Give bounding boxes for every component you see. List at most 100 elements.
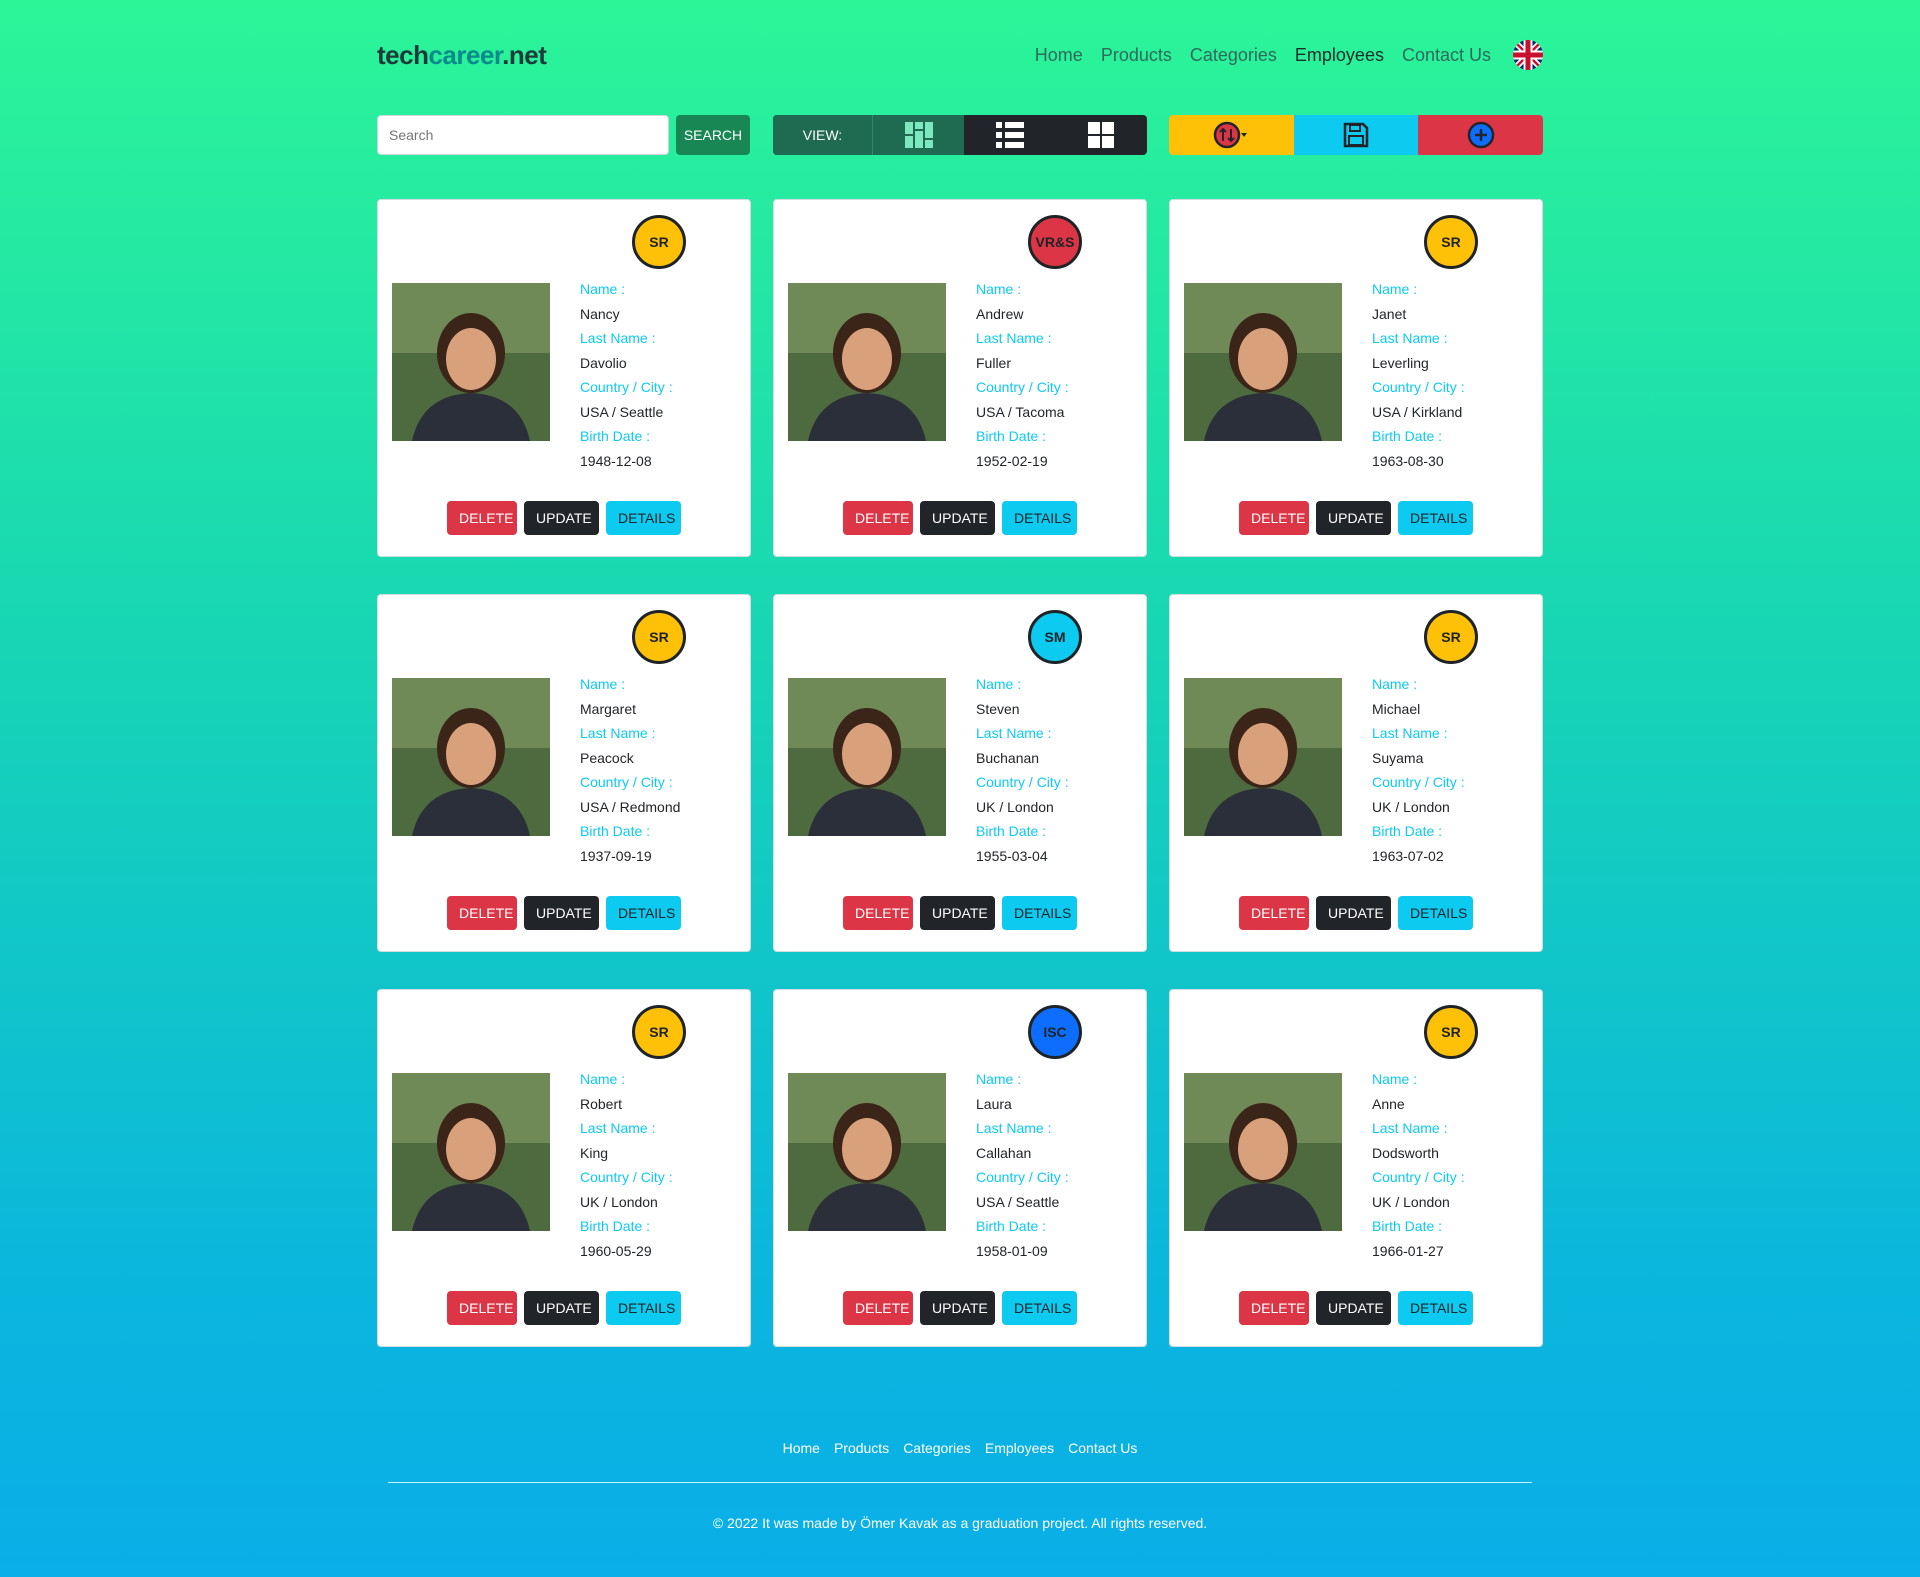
birth-date: 1966-01-27 (1372, 1242, 1444, 1259)
details-button[interactable]: DETAILS (606, 896, 681, 930)
employee-card: SM Name : Steven Last Name : Buchanan Co… (773, 594, 1147, 952)
employee-card: SR Name : Anne Last Name : Dodsworth Cou… (1169, 989, 1543, 1347)
update-button[interactable]: UPDATE (524, 1291, 599, 1325)
save-button[interactable] (1293, 115, 1419, 155)
delete-button[interactable]: DELETE (1239, 896, 1309, 930)
footer-nav-categories[interactable]: Categories (903, 1440, 971, 1456)
country-city-label: Country / City : (580, 379, 673, 395)
list-icon (995, 122, 1024, 148)
nav-products[interactable]: Products (1101, 45, 1172, 66)
first-name: Nancy (580, 305, 620, 322)
country-city-label: Country / City : (1372, 774, 1465, 790)
employee-info: Name : Andrew Last Name : Fuller Country… (976, 277, 1069, 473)
nav-contact-us[interactable]: Contact Us (1402, 45, 1491, 66)
employee-photo (392, 1073, 550, 1231)
title-badge: SM (1028, 610, 1082, 664)
employee-card: ISC Name : Laura Last Name : Callahan Co… (773, 989, 1147, 1347)
main-nav: Home Products Categories Employees Conta… (1035, 40, 1543, 70)
card-actions: DELETE UPDATE DETAILS (774, 1291, 1146, 1325)
view-list-button[interactable] (964, 115, 1055, 155)
footer-divider (388, 1482, 1532, 1483)
uk-flag-icon[interactable] (1513, 40, 1543, 70)
details-button[interactable]: DETAILS (1002, 896, 1077, 930)
details-button[interactable]: DETAILS (1002, 501, 1077, 535)
birth-date: 1963-07-02 (1372, 847, 1444, 864)
name-label: Name : (1372, 676, 1418, 692)
last-name-label: Last Name : (1372, 1120, 1448, 1136)
add-employee-button[interactable] (1418, 115, 1543, 155)
title-badge: SR (1424, 1005, 1478, 1059)
view-switcher: VIEW: (773, 115, 1147, 155)
birth-date: 1948-12-08 (580, 452, 652, 469)
footer-nav-employees[interactable]: Employees (985, 1440, 1054, 1456)
details-button[interactable]: DETAILS (606, 1291, 681, 1325)
delete-button[interactable]: DELETE (447, 1291, 517, 1325)
birth-date-label: Birth Date : (1372, 823, 1443, 839)
details-button[interactable]: DETAILS (1398, 896, 1473, 930)
update-button[interactable]: UPDATE (524, 896, 599, 930)
delete-button[interactable]: DELETE (843, 501, 913, 535)
employee-card: VR&S Name : Andrew Last Name : Fuller Co… (773, 199, 1147, 557)
delete-button[interactable]: DELETE (843, 1291, 913, 1325)
employee-info: Name : Michael Last Name : Suyama Countr… (1372, 672, 1465, 868)
birth-date: 1960-05-29 (580, 1242, 652, 1259)
details-button[interactable]: DETAILS (1002, 1291, 1077, 1325)
name-label: Name : (976, 281, 1022, 297)
update-button[interactable]: UPDATE (1316, 896, 1391, 930)
country-city: UK / London (1372, 798, 1450, 815)
sort-dropdown-button[interactable] (1169, 115, 1294, 155)
view-grid-button[interactable] (1056, 115, 1147, 155)
birth-date-label: Birth Date : (976, 428, 1047, 444)
update-button[interactable]: UPDATE (1316, 501, 1391, 535)
view-masonry-button[interactable] (873, 115, 965, 155)
nav-home[interactable]: Home (1035, 45, 1083, 66)
details-button[interactable]: DETAILS (1398, 501, 1473, 535)
employee-info: Name : Laura Last Name : Callahan Countr… (976, 1067, 1069, 1263)
employee-photo (1184, 283, 1342, 441)
title-badge: SR (632, 215, 686, 269)
details-button[interactable]: DETAILS (1398, 1291, 1473, 1325)
birth-date-label: Birth Date : (1372, 1218, 1443, 1234)
search-input[interactable] (377, 115, 669, 155)
last-name: Dodsworth (1372, 1144, 1439, 1161)
delete-button[interactable]: DELETE (1239, 1291, 1309, 1325)
footer-nav-products[interactable]: Products (834, 1440, 889, 1456)
last-name: Leverling (1372, 354, 1429, 371)
nav-categories[interactable]: Categories (1190, 45, 1277, 66)
search-button[interactable]: SEARCH (676, 115, 750, 155)
first-name: Michael (1372, 700, 1421, 717)
nav-employees[interactable]: Employees (1295, 45, 1384, 66)
delete-button[interactable]: DELETE (447, 896, 517, 930)
grid-icon (1088, 122, 1115, 148)
employee-photo (788, 1073, 946, 1231)
employee-photo (1184, 678, 1342, 836)
update-button[interactable]: UPDATE (920, 501, 995, 535)
last-name-label: Last Name : (580, 330, 656, 346)
footer-nav-home[interactable]: Home (783, 1440, 820, 1456)
last-name: Davolio (580, 354, 627, 371)
delete-button[interactable]: DELETE (843, 896, 913, 930)
copyright-text: © 2022 It was made by Ömer Kavak as a gr… (712, 1515, 1208, 1531)
title-badge: SR (1424, 215, 1478, 269)
update-button[interactable]: UPDATE (920, 1291, 995, 1325)
footer-nav-contact-us[interactable]: Contact Us (1068, 1440, 1137, 1456)
update-button[interactable]: UPDATE (524, 501, 599, 535)
country-city: UK / London (1372, 1193, 1450, 1210)
update-button[interactable]: UPDATE (1316, 1291, 1391, 1325)
employee-info: Name : Robert Last Name : King Country /… (580, 1067, 673, 1263)
logo[interactable]: techcareer.net (377, 40, 547, 71)
birth-date-label: Birth Date : (580, 428, 651, 444)
birth-date: 1955-03-04 (976, 847, 1048, 864)
update-button[interactable]: UPDATE (920, 896, 995, 930)
delete-button[interactable]: DELETE (447, 501, 517, 535)
view-label: VIEW: (773, 115, 873, 155)
employee-card: SR Name : Robert Last Name : King Countr… (377, 989, 751, 1347)
last-name-label: Last Name : (976, 330, 1052, 346)
last-name: Callahan (976, 1144, 1032, 1161)
plus-circle-icon (1467, 121, 1494, 149)
last-name: Buchanan (976, 749, 1040, 766)
card-actions: DELETE UPDATE DETAILS (378, 501, 750, 535)
delete-button[interactable]: DELETE (1239, 501, 1309, 535)
details-button[interactable]: DETAILS (606, 501, 681, 535)
country-city-label: Country / City : (580, 1169, 673, 1185)
